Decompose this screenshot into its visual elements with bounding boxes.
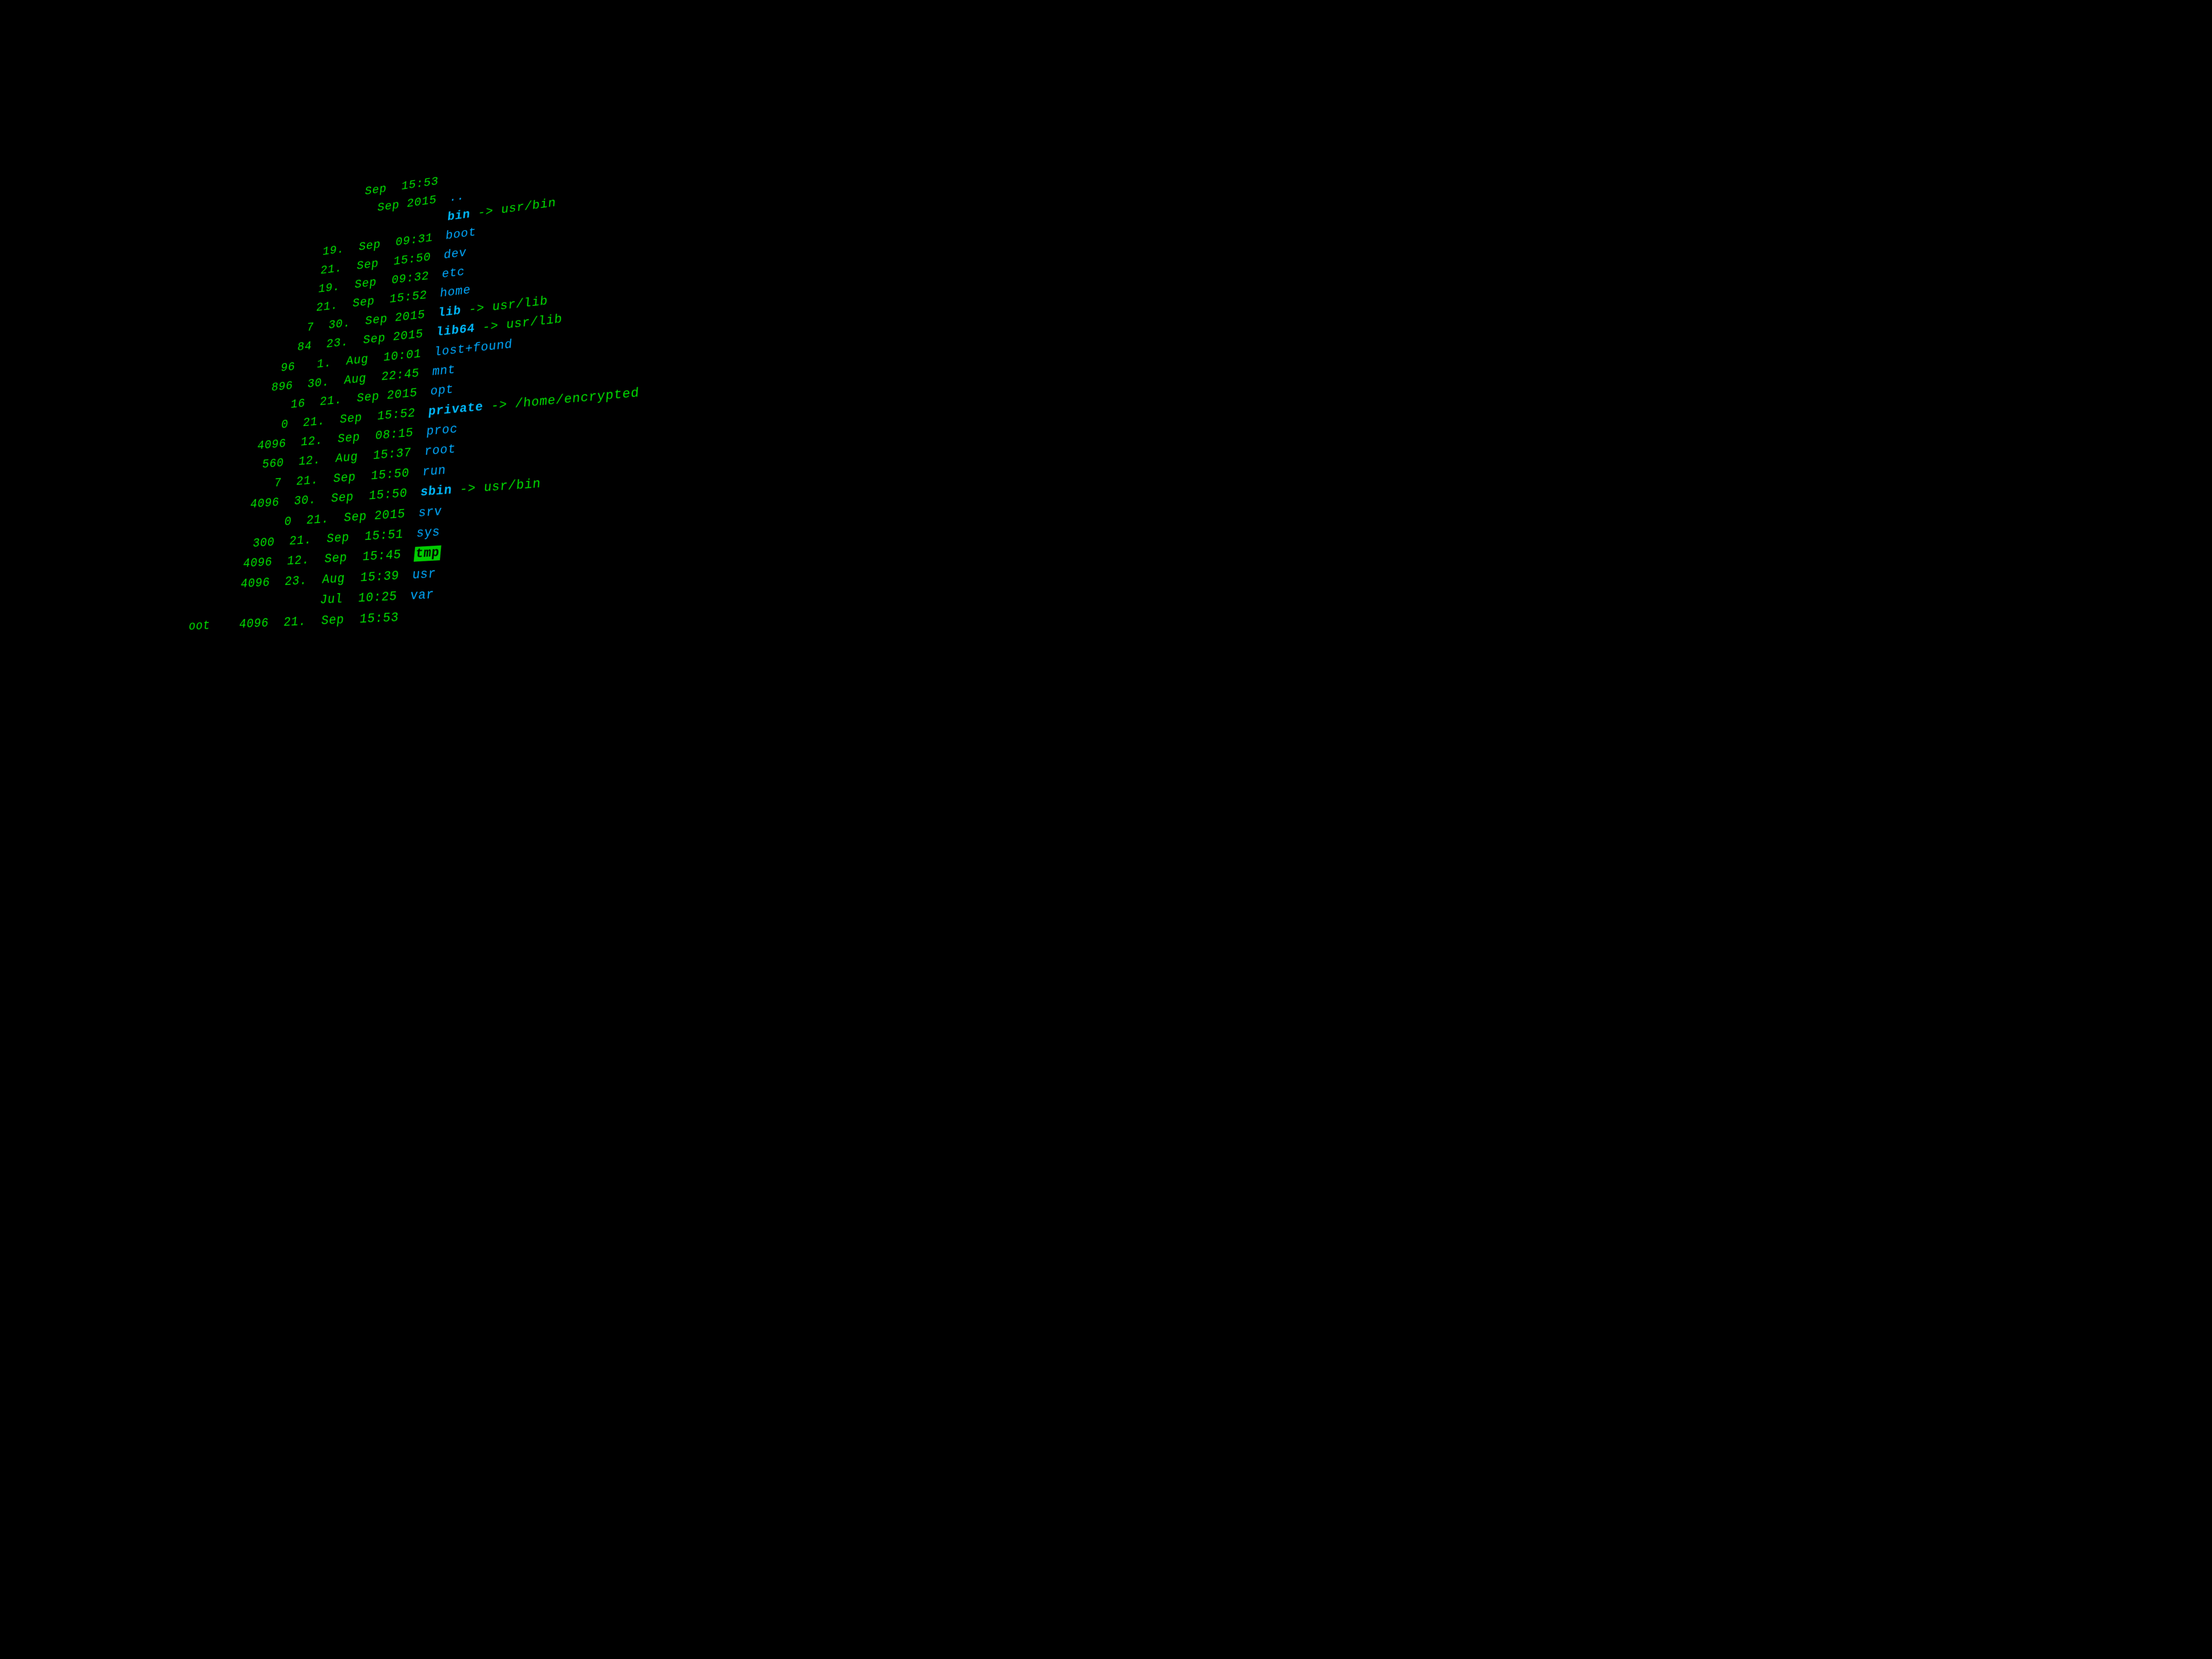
line-right: var	[409, 584, 435, 606]
line-right	[450, 169, 460, 189]
line-right: srv	[417, 501, 443, 523]
line-right	[411, 606, 421, 628]
terminal-content: Sep 15:53 Sep 2015 .. bin -> usr/bin 19.…	[53, 0, 2212, 1659]
line-right: proc	[425, 419, 458, 442]
line-right: dev	[443, 243, 468, 265]
terminal-window: Sep 15:53 Sep 2015 .. bin -> usr/bin 19.…	[0, 0, 2212, 1659]
line-right: sys	[416, 522, 441, 544]
line-right: mnt	[431, 360, 457, 382]
line-right: run	[421, 461, 447, 483]
line-right: etc	[441, 262, 466, 284]
line-right: usr	[412, 564, 438, 586]
line-right: tmp	[413, 543, 442, 565]
line-right: opt	[429, 380, 455, 402]
line-right: ..	[449, 187, 465, 208]
line-right: root	[424, 439, 457, 462]
